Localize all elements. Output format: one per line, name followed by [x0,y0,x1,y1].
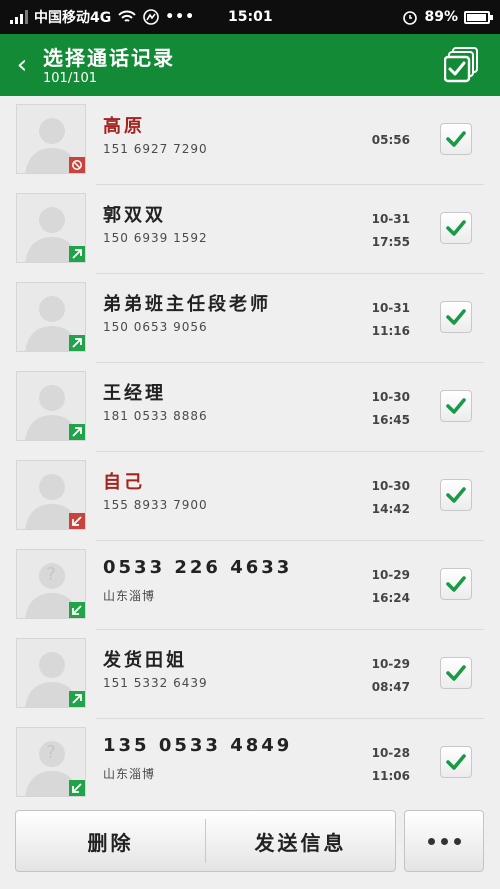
contact-avatar [16,638,86,708]
clock: 15:01 [228,9,273,25]
more-notifications-icon: ••• [165,9,196,25]
contact-name: 发货田姐 [103,650,187,671]
contact-number: 151 5332 6439 [103,676,208,690]
blocked-call-icon [69,157,85,173]
contact-avatar [16,104,86,174]
contact-number: 150 6939 1592 [103,231,208,245]
more-options-button[interactable] [404,810,484,872]
app-header: ‹ 选择通话记录 101/101 [0,34,500,96]
contact-name: 王经理 [103,383,166,404]
contact-name: 弟弟班主任段老师 [103,294,271,315]
more-dot-icon [453,837,461,845]
alarm-icon [403,11,418,25]
checkmark-icon [446,398,466,414]
call-time: 14:42 [371,502,410,516]
call-time: 11:16 [371,324,410,338]
carrier-label: 中国移动4G [34,10,112,26]
contact-avatar [16,371,86,441]
action-button-group: 删除 发送信息 [15,810,396,872]
contact-name: 自己 [103,472,145,493]
checkmark-icon [446,487,466,503]
call-time: 05:56 [371,133,410,147]
call-date: 10-31 [371,301,410,315]
checkmark-icon [446,309,466,325]
more-dot-icon [427,837,435,845]
contact-avatar: ? [16,549,86,619]
select-checkbox[interactable] [440,212,472,244]
checkmark-icon [446,131,466,147]
select-checkbox[interactable] [440,301,472,333]
selection-count: 101/101 [43,71,98,86]
outgoing-call-icon [69,691,85,707]
select-checkbox[interactable] [440,390,472,422]
call-log-item[interactable]: ? 135 0533 4849 山东淄博 10-28 11:06 [0,719,500,802]
missed-call-icon [69,513,85,529]
send-message-button[interactable]: 发送信息 [206,811,395,871]
select-checkbox[interactable] [440,746,472,778]
page-title: 选择通话记录 [43,46,175,70]
contact-number: 151 6927 7290 [103,142,208,156]
select-all-icon[interactable] [444,46,480,84]
call-date: 10-31 [371,212,410,226]
incoming-call-icon [69,602,85,618]
contact-number: 山东淄博 [103,767,156,781]
call-time: 08:47 [371,680,410,694]
contact-number: 155 8933 7900 [103,498,208,512]
outgoing-call-icon [69,424,85,440]
contact-name: 郭双双 [103,205,166,226]
call-log-item[interactable]: 王经理 181 0533 8886 10-30 16:45 [0,363,500,452]
outgoing-call-icon [69,335,85,351]
call-time: 16:45 [371,413,410,427]
checkmark-icon [446,220,466,236]
select-checkbox[interactable] [440,479,472,511]
wifi-icon [118,10,136,22]
contact-avatar [16,460,86,530]
checkmark-icon [446,754,466,770]
contact-avatar [16,282,86,352]
signal-icon [10,10,28,24]
contact-avatar [16,193,86,263]
select-checkbox[interactable] [440,123,472,155]
more-dot-icon [440,837,448,845]
call-log-item[interactable]: 郭双双 150 6939 1592 10-31 17:55 [0,185,500,274]
call-date: 10-30 [371,479,410,493]
call-log-item[interactable]: 自己 155 8933 7900 10-30 14:42 [0,452,500,541]
call-log-item[interactable]: 高原 151 6927 7290 05:56 [0,96,500,185]
checkmark-icon [446,576,466,592]
contact-number: 181 0533 8886 [103,409,208,423]
call-time: 17:55 [371,235,410,249]
contact-name: 135 0533 4849 [103,735,293,756]
contact-avatar: ? [16,727,86,797]
call-log-item[interactable]: 发货田姐 151 5332 6439 10-29 08:47 [0,630,500,719]
unknown-contact-icon: ? [46,742,56,763]
back-button[interactable]: ‹ [8,48,36,82]
call-log-item[interactable]: 弟弟班主任段老师 150 0653 9056 10-31 11:16 [0,274,500,363]
contact-number: 150 0653 9056 [103,320,208,334]
contact-name: 高原 [103,116,145,137]
call-date: 10-29 [371,657,410,671]
call-time: 16:24 [371,591,410,605]
call-log-list: 高原 151 6927 7290 05:56 郭双双 150 6939 1592 10-3… [0,96,500,802]
battery-percent: 89% [424,9,458,25]
status-bar: 中国移动4G ••• 15:01 89% [0,0,500,34]
contact-name: 0533 226 4633 [103,557,293,578]
call-date: 10-30 [371,390,410,404]
outgoing-call-icon [69,246,85,262]
incoming-call-icon [69,780,85,796]
call-time: 11:06 [371,769,410,783]
call-date: 10-28 [371,746,410,760]
call-date: 10-29 [371,568,410,582]
contact-number: 山东淄博 [103,589,156,603]
select-checkbox[interactable] [440,657,472,689]
delete-button[interactable]: 删除 [16,811,205,871]
call-log-item[interactable]: ? 0533 226 4633 山东淄博 10-29 16:24 [0,541,500,630]
notification-icon [143,9,160,25]
bottom-action-bar: 删除 发送信息 [0,802,500,889]
checkmark-icon [446,665,466,681]
unknown-contact-icon: ? [46,564,56,585]
select-checkbox[interactable] [440,568,472,600]
battery-icon [464,10,493,24]
